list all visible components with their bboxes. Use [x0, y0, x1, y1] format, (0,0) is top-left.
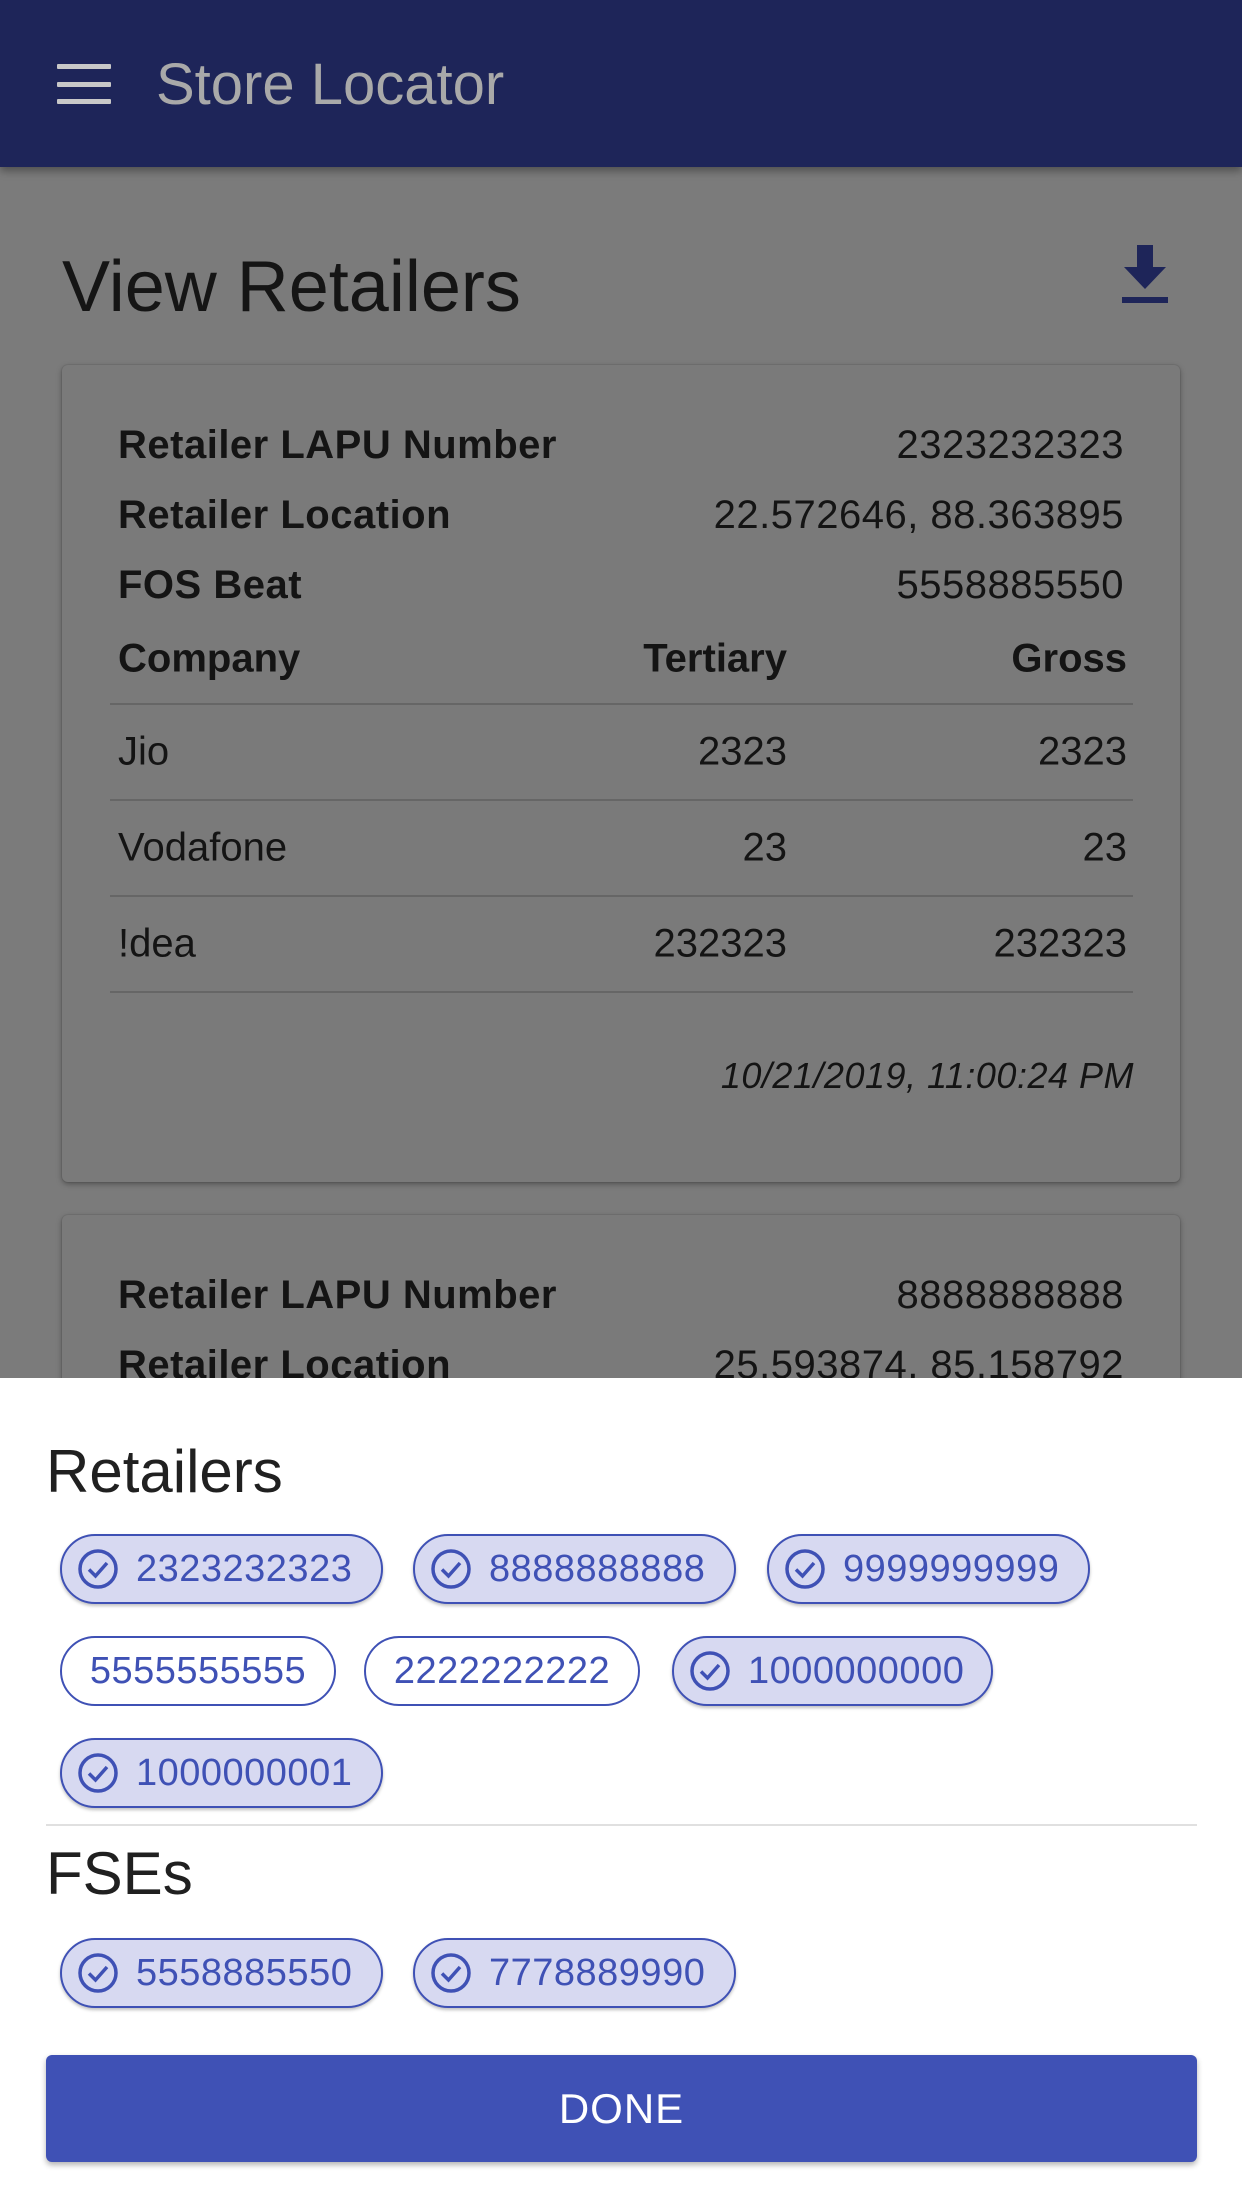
field-label: Retailer LAPU Number — [118, 422, 557, 467]
retailer-card[interactable]: Retailer LAPU Number 8888888888 Retailer… — [62, 1215, 1180, 1378]
retailer-chip[interactable]: 8888888888 — [413, 1534, 736, 1604]
field-label: FOS Beat — [118, 562, 303, 607]
chip-label: 9999999999 — [843, 1547, 1060, 1590]
timestamp: 10/21/2019, 11:00:24 PM — [720, 1055, 1134, 1096]
page-title: View Retailers — [62, 247, 521, 327]
chip-label: 5555555555 — [89, 1649, 307, 1692]
field-value: 5558885550 — [896, 562, 1124, 607]
check-circle-icon — [785, 1549, 825, 1589]
chip-label: 5558885550 — [136, 1951, 353, 1994]
field-label: Retailer Location — [118, 492, 452, 537]
table-cell: 23 — [742, 825, 788, 870]
field-value: 22.572646, 88.363895 — [713, 492, 1124, 537]
table-header-row: Company Tertiary Gross — [110, 615, 1133, 705]
field-label: Retailer LAPU Number — [118, 1272, 557, 1317]
retailer-chip[interactable]: 2323232323 — [60, 1534, 383, 1604]
done-button[interactable]: DONE — [46, 2055, 1197, 2162]
table-row: Jio 2323 2323 — [110, 705, 1133, 801]
retailer-chip[interactable]: 9999999999 — [767, 1534, 1090, 1604]
field-label: Retailer Location — [118, 1342, 452, 1379]
table-cell: Jio — [118, 729, 170, 774]
menu-icon[interactable] — [57, 64, 111, 104]
lapu-number-row: Retailer LAPU Number 2323232323 — [118, 415, 1124, 475]
check-circle-icon — [78, 1549, 118, 1589]
fse-chip[interactable]: 7778889990 — [413, 1938, 736, 2008]
location-row: Retailer Location 25.593874, 85.158792 — [118, 1335, 1124, 1379]
chip-label: 2222222222 — [393, 1649, 611, 1692]
retailer-chip[interactable]: 5555555555 — [60, 1636, 336, 1706]
retailer-chip[interactable]: 2222222222 — [364, 1636, 640, 1706]
column-header: Gross — [1011, 636, 1127, 681]
check-circle-icon — [690, 1651, 730, 1691]
download-icon[interactable] — [1118, 245, 1172, 305]
table-row: !dea 232323 232323 — [110, 897, 1133, 993]
location-row: Retailer Location 22.572646, 88.363895 — [118, 485, 1124, 545]
table-cell: Vodafone — [118, 825, 288, 870]
retailers-heading: Retailers — [46, 1438, 283, 1505]
check-circle-icon — [431, 1953, 471, 1993]
chip-label: 1000000000 — [748, 1649, 965, 1692]
company-table: Company Tertiary Gross Jio 2323 2323 Vod… — [110, 615, 1133, 993]
check-circle-icon — [78, 1753, 118, 1793]
table-cell: 23 — [1082, 825, 1128, 870]
column-header: Tertiary — [643, 636, 787, 681]
field-value: 8888888888 — [896, 1272, 1124, 1317]
retailer-card[interactable]: Retailer LAPU Number 2323232323 Retailer… — [62, 365, 1180, 1182]
fse-chip[interactable]: 5558885550 — [60, 1938, 383, 2008]
chip-label: 1000000001 — [136, 1751, 353, 1794]
table-cell: 232323 — [993, 921, 1127, 966]
fos-beat-row: FOS Beat 5558885550 — [118, 555, 1124, 615]
section-divider — [46, 1824, 1197, 1826]
retailer-chip[interactable]: 1000000001 — [60, 1738, 383, 1808]
lapu-number-row: Retailer LAPU Number 8888888888 — [118, 1265, 1124, 1325]
field-value: 2323232323 — [896, 422, 1124, 467]
table-cell: 2323 — [698, 729, 787, 774]
main-content: View Retailers Retailer LAPU Number 2323… — [0, 167, 1242, 1378]
column-header: Company — [118, 636, 301, 681]
filter-bottom-sheet: Retailers 2323232323 8888888888 99999999… — [0, 1378, 1242, 2208]
app-bar: Store Locator — [0, 0, 1242, 167]
table-cell: !dea — [118, 921, 196, 966]
check-circle-icon — [78, 1953, 118, 1993]
table-cell: 232323 — [653, 921, 787, 966]
table-cell: 2323 — [1038, 729, 1127, 774]
app-title: Store Locator — [156, 52, 505, 117]
field-value: 25.593874, 85.158792 — [713, 1342, 1124, 1379]
check-circle-icon — [431, 1549, 471, 1589]
fses-heading: FSEs — [46, 1840, 193, 1907]
chip-label: 7778889990 — [489, 1951, 706, 1994]
retailer-chip[interactable]: 1000000000 — [672, 1636, 993, 1706]
chip-label: 8888888888 — [489, 1547, 706, 1590]
chip-label: 2323232323 — [136, 1547, 353, 1590]
table-row: Vodafone 23 23 — [110, 801, 1133, 897]
